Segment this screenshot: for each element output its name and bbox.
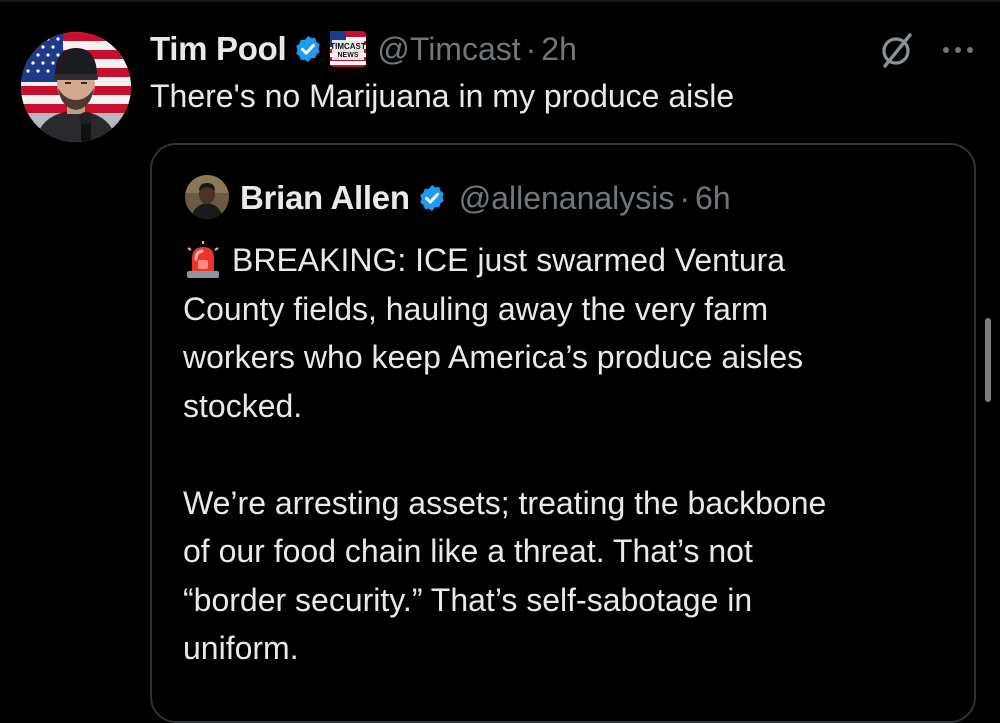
tweet-text: There's no Marijuana in my produce aisle (150, 78, 735, 114)
separator-dot: · (679, 179, 691, 216)
top-divider (0, 0, 1000, 2)
verified-badge-icon[interactable] (417, 183, 447, 213)
affiliation-badge-icon[interactable]: TIMCAST NEWS (329, 30, 367, 68)
quoted-tweet-text: BREAKING: ICE just swarmed Ventura Count… (183, 236, 953, 673)
author-avatar[interactable] (21, 32, 131, 142)
tweet-header: Tim Pool TIMCAST NEWS @Timcast · 2h (150, 26, 577, 72)
quoted-text-line: BREAKING: ICE just swarmed Ventura (183, 236, 953, 285)
paragraph-break (183, 430, 953, 479)
grok-icon[interactable] (877, 30, 917, 70)
quoted-text-line-2: County fields, hauling away the very far… (183, 290, 769, 327)
quoted-text-line-6: We’re arresting assets; treating the bac… (183, 484, 827, 521)
quoted-text-line-7: of our food chain like a threat. That’s … (183, 533, 753, 569)
quoted-text-line-1: BREAKING: ICE just swarmed Ventura (232, 242, 786, 278)
author-handle[interactable]: @Timcast (377, 31, 520, 68)
more-options-icon[interactable] (938, 35, 978, 65)
quoted-text-line-4: stocked. (183, 387, 303, 424)
quoted-author-handle[interactable]: @allenanalysis (459, 180, 675, 217)
quoted-text-line-9: uniform. (183, 630, 299, 666)
author-name[interactable]: Tim Pool (150, 30, 287, 68)
quoted-tweet-header: Brian Allen @allenanalysis · 6h (240, 175, 731, 221)
svg-text:TIMCAST: TIMCAST (331, 42, 367, 51)
quoted-author-name[interactable]: Brian Allen (240, 179, 410, 217)
scrollbar[interactable] (985, 318, 991, 402)
quoted-text-line-3: workers who keep America’s produce aisle… (183, 339, 804, 375)
svg-text:NEWS: NEWS (338, 52, 359, 59)
quoted-timestamp[interactable]: 6h (695, 180, 731, 217)
siren-emoji-icon (187, 241, 219, 279)
verified-badge-icon[interactable] (293, 34, 323, 64)
timestamp[interactable]: 2h (541, 31, 577, 68)
quoted-author-avatar[interactable] (185, 175, 229, 219)
quoted-text-line-8: “border security.” That’s self-sabotage … (183, 581, 753, 618)
separator-dot: · (525, 30, 537, 67)
